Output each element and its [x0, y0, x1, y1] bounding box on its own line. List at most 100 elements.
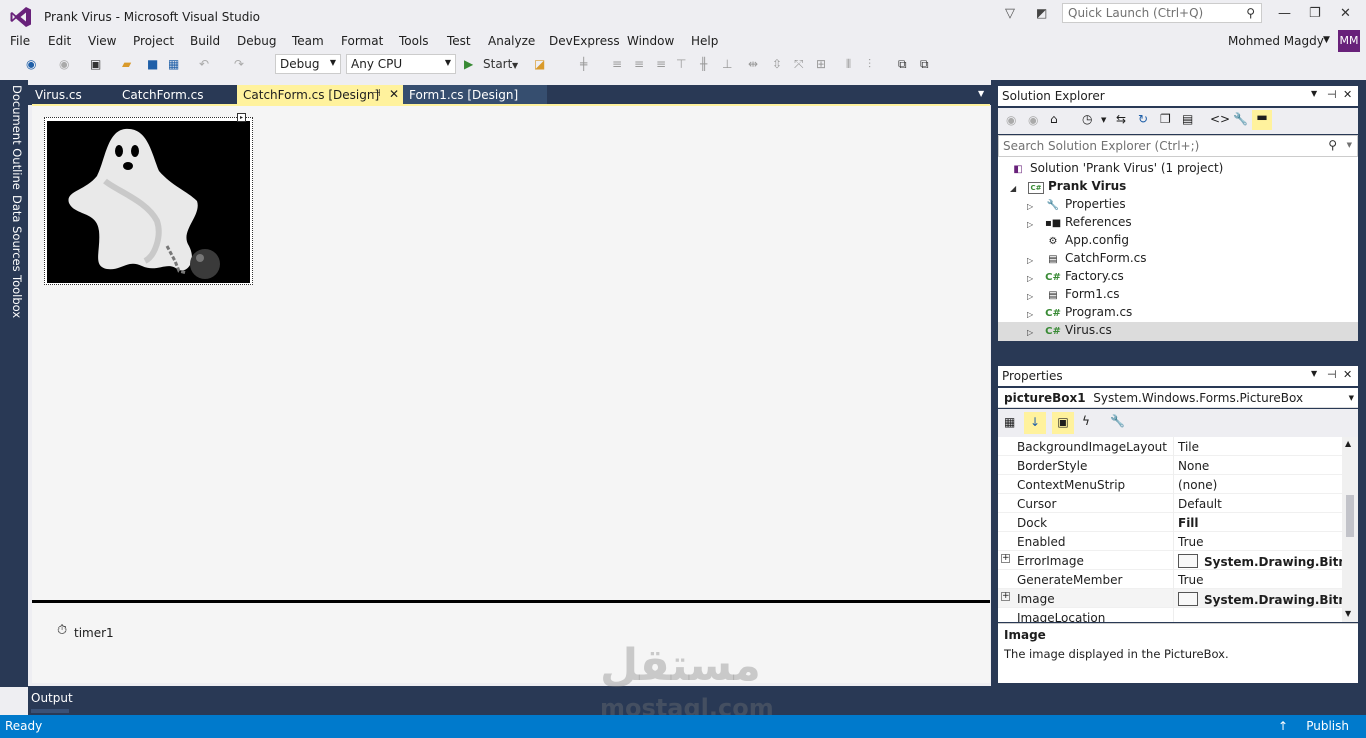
view-code-icon[interactable]: <> [1210, 112, 1230, 126]
tree-item-virus[interactable]: C# Virus.cs [1045, 323, 1112, 341]
tab-data-sources[interactable]: Data Sources [10, 195, 24, 272]
property-value[interactable]: True [1173, 570, 1342, 589]
property-value[interactable]: Fill [1173, 513, 1342, 532]
tree-item-app-config[interactable]: ⚙ App.config [1045, 233, 1129, 251]
tree-item-references[interactable]: ▪■ References [1045, 215, 1132, 233]
menu-test[interactable]: Test [447, 34, 471, 48]
close-icon[interactable]: ✕ [1343, 88, 1352, 101]
menu-format[interactable]: Format [341, 34, 383, 48]
menu-tools[interactable]: Tools [399, 34, 429, 48]
scroll-up-icon[interactable]: ▲ [1345, 439, 1351, 448]
collapsed-arrow-icon[interactable]: ▷ [1027, 202, 1033, 211]
start-play-icon[interactable]: ▶ [464, 57, 473, 71]
property-pages-icon[interactable]: 🔧 [1110, 414, 1125, 428]
solution-platform-select[interactable]: Any CPU ▼ [346, 54, 456, 74]
property-row[interactable]: Cursor Default [998, 494, 1342, 513]
pin-icon[interactable]: ⊣ [1327, 368, 1337, 381]
collapse-all-icon[interactable]: ❐ [1160, 112, 1171, 126]
collapsed-arrow-icon[interactable]: ▷ [1027, 256, 1033, 265]
menu-devexpress[interactable]: DevExpress [549, 34, 620, 48]
tree-item-form1[interactable]: ▤ Form1.cs [1045, 287, 1119, 305]
property-value[interactable] [1173, 608, 1342, 622]
sync-icon[interactable]: ⇆ [1116, 112, 1126, 126]
align-bottom-icon[interactable]: ⊥ [722, 57, 732, 71]
forward-icon[interactable]: ◉ [1028, 113, 1038, 127]
refresh-icon[interactable]: ↻ [1138, 112, 1148, 126]
menu-window[interactable]: Window [627, 34, 674, 48]
menu-file[interactable]: File [10, 34, 30, 48]
tab-catchform-cs[interactable]: CatchForm.cs [116, 85, 236, 105]
save-icon[interactable]: ■ [147, 57, 158, 71]
properties-view-icon[interactable]: ▣ [1052, 412, 1074, 434]
align-right-icon[interactable]: ≡ [656, 57, 666, 71]
make-same-height-icon[interactable]: ⇳ [772, 57, 782, 71]
spacing-vertical-icon[interactable]: ⫶ [868, 57, 871, 72]
solution-configuration-select[interactable]: Debug ▼ [275, 54, 341, 74]
preview-selected-icon[interactable]: ▬ [1252, 110, 1272, 130]
properties-wrench-icon[interactable]: 🔧 [1233, 112, 1248, 126]
browser-link-icon[interactable]: ◪ [534, 57, 545, 71]
tab-output[interactable]: Output [31, 691, 73, 705]
tab-form1-design[interactable]: Form1.cs [Design] [403, 85, 547, 105]
properties-object-selector[interactable]: pictureBox1 System.Windows.Forms.Picture… [998, 388, 1358, 408]
tree-item-properties[interactable]: 🔧 Properties [1045, 197, 1126, 215]
tree-item-project[interactable]: C# Prank Virus [1028, 179, 1126, 197]
chevron-down-icon[interactable]: ▼ [1347, 141, 1352, 149]
close-icon[interactable]: ✕ [1343, 368, 1352, 381]
collapsed-arrow-icon[interactable]: ▷ [1027, 310, 1033, 319]
publish-arrow-icon[interactable]: ↑ [1278, 719, 1288, 733]
categorized-icon[interactable]: ▦ [1004, 415, 1015, 429]
size-to-grid-icon[interactable]: ⊞ [816, 57, 826, 71]
menu-view[interactable]: View [88, 34, 116, 48]
pin-icon[interactable]: ⊣ [1327, 88, 1337, 101]
property-value[interactable]: Tile [1173, 437, 1342, 456]
property-row[interactable]: ContextMenuStrip (none) [998, 475, 1342, 494]
menu-debug[interactable]: Debug [237, 34, 276, 48]
menu-help[interactable]: Help [691, 34, 718, 48]
close-icon[interactable]: ✕ [389, 87, 399, 101]
collapsed-arrow-icon[interactable]: ▷ [1027, 328, 1033, 337]
chevron-down-icon[interactable]: ▼ [1323, 35, 1330, 45]
make-same-width-icon[interactable]: ⇹ [748, 57, 758, 71]
quick-launch-input[interactable]: Quick Launch (Ctrl+Q) ⚲ [1062, 3, 1262, 23]
collapsed-arrow-icon[interactable]: ▷ [1027, 292, 1033, 301]
tab-document-outline[interactable]: Document Outline [10, 85, 24, 190]
expand-plus-icon[interactable]: + [1001, 592, 1010, 601]
property-row[interactable]: + ErrorImage System.Drawing.Bitmap [998, 551, 1342, 570]
expanded-arrow-icon[interactable]: ◢ [1010, 184, 1016, 193]
align-left-icon[interactable]: ╪ [580, 57, 587, 71]
redo-icon[interactable]: ↷ [234, 57, 244, 71]
menu-project[interactable]: Project [133, 34, 174, 48]
feedback-icon[interactable]: ◩ [1036, 6, 1047, 20]
alphabetical-icon[interactable]: ↓ [1024, 412, 1046, 434]
home-icon[interactable]: ⌂ [1050, 112, 1058, 126]
property-value[interactable]: Default [1173, 494, 1342, 513]
open-file-icon[interactable]: ▰ [122, 57, 131, 71]
tab-catchform-design[interactable]: CatchForm.cs [Design] ⊣ ✕ [237, 85, 403, 105]
bring-to-front-icon[interactable]: ⧉ [898, 57, 907, 72]
align-icon[interactable]: ≡ [612, 57, 622, 71]
send-to-back-icon[interactable]: ⧉ [920, 57, 929, 72]
show-all-files-icon[interactable]: ▤ [1182, 112, 1193, 126]
document-list-dropdown-icon[interactable]: ▼ [978, 89, 984, 98]
align-middle-icon[interactable]: ╫ [700, 57, 707, 71]
chevron-down-icon[interactable]: ▼ [1311, 369, 1317, 378]
property-row[interactable]: BackgroundImageLayout Tile [998, 437, 1342, 456]
menu-team[interactable]: Team [292, 34, 324, 48]
menu-analyze[interactable]: Analyze [488, 34, 535, 48]
solution-explorer-search-input[interactable]: Search Solution Explorer (Ctrl+;) ⚲ ▼ [998, 135, 1358, 157]
chevron-down-icon[interactable]: ▼ [1311, 89, 1317, 98]
scroll-down-icon[interactable]: ▼ [1345, 609, 1351, 618]
restore-button[interactable]: ❐ [1309, 6, 1321, 21]
property-value[interactable]: System.Drawing.Bitmap [1173, 589, 1342, 608]
property-row[interactable]: ImageLocation [998, 608, 1342, 622]
pin-icon[interactable]: ⊣ [372, 88, 381, 99]
start-button[interactable]: Start [483, 57, 512, 71]
align-center-icon[interactable]: ≡ [634, 57, 644, 71]
tab-toolbox[interactable]: Toolbox [10, 275, 24, 318]
tree-item-factory[interactable]: C# Factory.cs [1045, 269, 1124, 287]
back-icon[interactable]: ◉ [1006, 113, 1016, 127]
minimize-button[interactable]: — [1278, 6, 1291, 21]
property-value[interactable]: (none) [1173, 475, 1342, 494]
undo-icon[interactable]: ↶ [199, 57, 209, 71]
